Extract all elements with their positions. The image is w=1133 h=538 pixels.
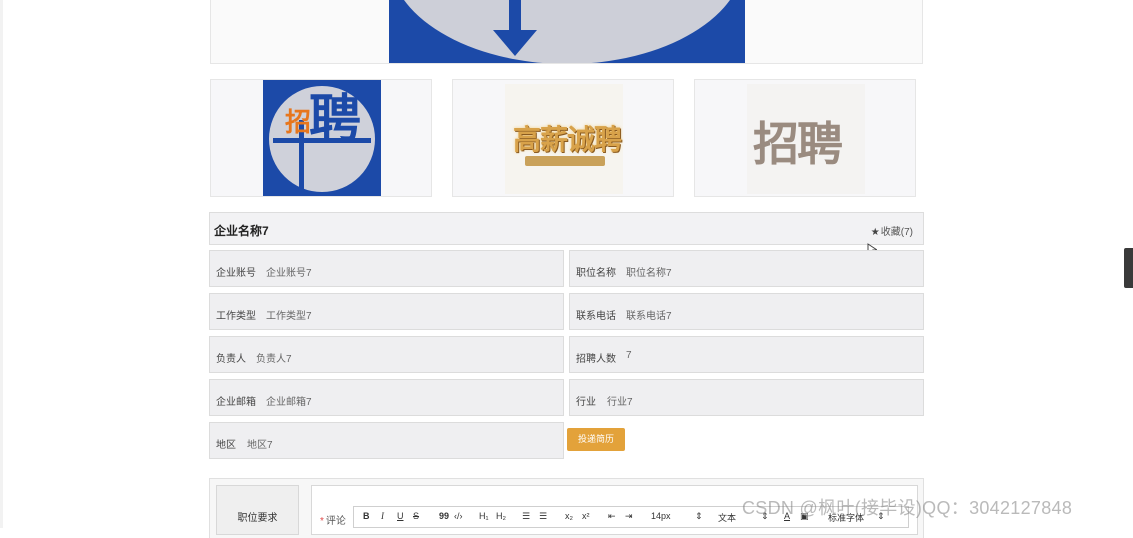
field-value: 7 — [626, 350, 632, 361]
field-work-type: 工作类型 工作类型7 — [209, 293, 564, 330]
watermark: CSDN @枫叶(接毕设)QQ：3042127848 — [742, 498, 1073, 518]
field-value: 工作类型7 — [266, 311, 312, 322]
comment-label-text: 评论 — [325, 516, 346, 527]
field-company-email: 企业邮箱 企业邮箱7 — [209, 379, 564, 416]
field-manager: 负责人 负责人7 — [209, 336, 564, 373]
h1-button[interactable]: H₁ — [479, 511, 489, 521]
field-label: 负责人 — [216, 354, 246, 365]
thumbnail-image-high-salary: 高薪诚聘 — [505, 84, 623, 194]
favorite-button[interactable]: ★收藏(7) — [871, 223, 913, 238]
italic-button[interactable]: I — [381, 511, 384, 521]
strike-button[interactable]: S — [413, 511, 419, 521]
ordered-list-button[interactable]: ☰ — [522, 511, 530, 522]
comment-label: * 评论 — [320, 512, 346, 527]
field-label: 行业 — [576, 397, 596, 408]
field-region: 地区 地区7 — [209, 422, 564, 459]
banner-image — [389, 0, 745, 63]
field-value: 企业账号7 — [266, 268, 312, 279]
scrollbar-thumb[interactable] — [1124, 248, 1133, 288]
field-value: 企业邮箱7 — [266, 397, 312, 408]
thumbnail-2[interactable]: 高薪诚聘 — [452, 79, 674, 197]
logo-char-small: 招 — [285, 108, 312, 138]
field-label: 企业账号 — [216, 268, 256, 279]
star-icon: ★ — [870, 227, 880, 238]
quote-button[interactable]: 99 — [439, 511, 449, 521]
thumbnail-image-recruit-logo: 招 聘 — [263, 80, 381, 196]
indent-right-button[interactable]: ⇥ — [625, 511, 633, 522]
logo-char-big: 聘 — [309, 90, 362, 150]
field-value: 负责人7 — [256, 354, 292, 365]
field-label: 企业邮箱 — [216, 397, 256, 408]
code-button[interactable]: ‹/› — [454, 511, 463, 521]
field-position-name: 职位名称 职位名称7 — [569, 250, 924, 287]
thumbnail-2-subbar — [525, 156, 605, 166]
underline-button[interactable]: U — [397, 511, 404, 521]
subscript-button[interactable]: x₂ — [565, 511, 573, 521]
field-value: 地区7 — [247, 440, 273, 451]
indent-left-button[interactable]: ⇤ — [608, 511, 616, 522]
unordered-list-button[interactable]: ☰ — [539, 511, 547, 522]
banner-circle — [389, 0, 745, 63]
field-value: 行业7 — [607, 397, 633, 408]
favorite-label: 收藏(7) — [880, 227, 913, 238]
apply-resume-button[interactable]: 投递简历 — [567, 428, 625, 451]
field-industry: 行业 行业7 — [569, 379, 924, 416]
field-label: 联系电话 — [576, 311, 616, 322]
thumbnail-3-text: 招聘 — [753, 117, 843, 171]
field-label: 地区 — [216, 440, 236, 451]
thumbnail-3[interactable]: 招聘 — [694, 79, 916, 197]
field-company-account: 企业账号 企业账号7 — [209, 250, 564, 287]
company-header: 企业名称7 ★收藏(7) — [209, 212, 924, 245]
superscript-button[interactable]: x² — [582, 511, 590, 521]
field-headcount: 招聘人数 7 — [569, 336, 924, 373]
field-label: 职位名称 — [576, 268, 616, 279]
chevron-updown-icon: ⇕ — [695, 511, 703, 521]
thumbnail-1[interactable]: 招 聘 — [210, 79, 432, 197]
text-type-select[interactable]: 文本 — [718, 511, 736, 524]
font-size-select[interactable]: 14px — [651, 511, 671, 521]
field-label: 工作类型 — [216, 311, 256, 322]
thumbnail-2-text: 高薪诚聘 — [513, 123, 622, 156]
h2-button[interactable]: H₂ — [496, 511, 506, 521]
bold-button[interactable]: B — [363, 511, 370, 521]
company-name: 企业名称7 — [214, 224, 269, 238]
page-edge — [0, 0, 3, 528]
field-label: 招聘人数 — [576, 354, 616, 365]
field-phone: 联系电话 联系电话7 — [569, 293, 924, 330]
main-banner — [210, 0, 923, 64]
required-asterisk: * — [320, 516, 324, 527]
down-arrow-icon — [493, 0, 537, 56]
field-value: 联系电话7 — [626, 311, 672, 322]
thumbnail-image-recruit-text: 招聘 — [747, 84, 865, 194]
requirements-label: 职位要求 — [237, 513, 278, 524]
field-value: 职位名称7 — [626, 268, 672, 279]
